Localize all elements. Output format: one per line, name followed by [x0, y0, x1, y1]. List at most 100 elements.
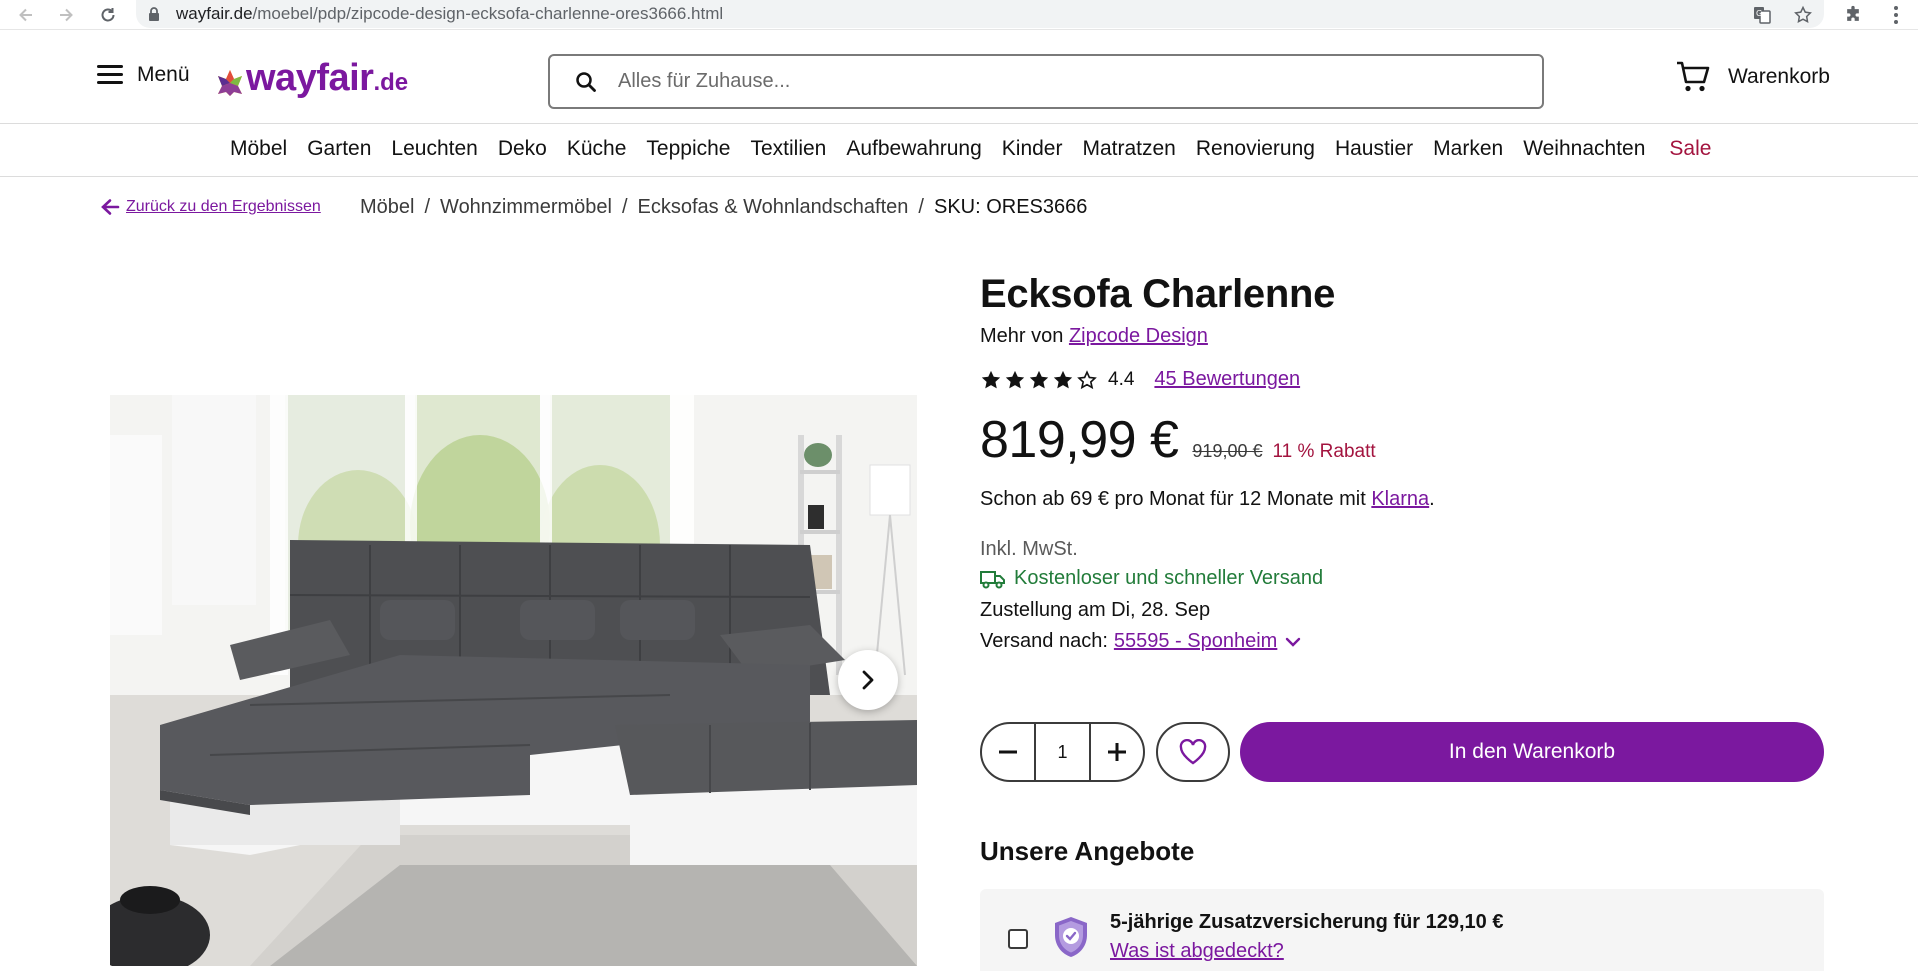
search-bar[interactable] [548, 54, 1544, 109]
category-teppiche[interactable]: Teppiche [646, 137, 730, 161]
svg-text:G: G [1756, 9, 1762, 18]
browser-toolbar: wayfair.de/moebel/pdp/zipcode-design-eck… [0, 0, 1918, 30]
category-haustier[interactable]: Haustier [1335, 137, 1413, 161]
search-input[interactable] [618, 70, 1518, 93]
lock-icon [148, 7, 162, 21]
rating-value: 4.4 [1108, 368, 1135, 390]
product-title: Ecksofa Charlenne [980, 272, 1336, 316]
logo-tld: .de [373, 69, 409, 96]
brand-prefix: Mehr von [980, 325, 1064, 347]
chevron-down-icon[interactable] [1285, 637, 1301, 647]
category-deko[interactable]: Deko [498, 137, 547, 161]
category-kueche[interactable]: Küche [567, 137, 627, 161]
truck-icon [980, 570, 1005, 588]
warranty-checkbox[interactable] [1008, 929, 1028, 949]
category-leuchten[interactable]: Leuchten [391, 137, 477, 161]
breadcrumb: Möbel / Wohnzimmermöbel / Ecksofas & Woh… [360, 196, 1087, 219]
url-text: wayfair.de/moebel/pdp/zipcode-design-eck… [176, 4, 724, 23]
breadcrumb-item[interactable]: Möbel [360, 196, 414, 219]
breadcrumb-separator: / [424, 196, 431, 218]
back-to-results-label: Zurück zu den Ergebnissen [126, 198, 321, 215]
vat-note: Inkl. MwSt. [980, 538, 1078, 560]
category-moebel[interactable]: Möbel [230, 137, 287, 161]
category-garten[interactable]: Garten [307, 137, 371, 161]
old-price: 919,00 € [1192, 441, 1263, 461]
breadcrumb-item[interactable]: Wohnzimmermöbel [440, 196, 612, 219]
hamburger-icon [97, 65, 123, 85]
category-renovierung[interactable]: Renovierung [1196, 137, 1315, 161]
category-kinder[interactable]: Kinder [1002, 137, 1063, 161]
favorite-button[interactable] [1156, 722, 1230, 782]
cart-label: Warenkorb [1728, 65, 1830, 88]
category-nav: Möbel Garten Leuchten Deko Küche Teppich… [0, 124, 1918, 177]
star-filled-icon [981, 370, 1001, 388]
quantity-increase-button[interactable] [1091, 724, 1143, 780]
price-row: 819,99 € 919,00 € 11 % Rabatt [980, 410, 1376, 470]
plus-icon [1108, 743, 1126, 761]
warranty-text: 5-jährige Zusatzversicherung für 129,10 … [1110, 911, 1504, 933]
ship-to: Versand nach: 55595 - Sponheim [980, 630, 1301, 653]
star-rating [980, 369, 1098, 391]
breadcrumb-separator: / [621, 196, 628, 218]
cart-button[interactable]: Warenkorb [1676, 61, 1830, 93]
chevron-right-icon [862, 670, 874, 690]
klarna-link[interactable]: Klarna [1371, 488, 1429, 510]
search-icon [576, 71, 596, 92]
offers-heading: Unsere Angebote [980, 836, 1195, 866]
category-sale[interactable]: Sale [1669, 137, 1711, 161]
site-header: Menü wayfair .de Warenkorb [0, 31, 1918, 124]
menu-button[interactable]: Menü [97, 63, 190, 87]
breadcrumb-sku: SKU: ORES3666 [933, 196, 1088, 218]
minus-icon [999, 750, 1017, 754]
category-matratzen[interactable]: Matratzen [1082, 137, 1175, 161]
browser-menu-icon[interactable] [1884, 3, 1908, 27]
brand-line: Mehr von Zipcode Design [980, 325, 1208, 348]
ship-to-label: Versand nach: [980, 630, 1108, 652]
warranty-coverage-link[interactable]: Was ist abgedeckt? [1110, 940, 1284, 963]
delivery-date: Zustellung am Di, 28. Sep [980, 599, 1211, 621]
ship-to-location-link[interactable]: 55595 - Sponheim [1114, 630, 1277, 653]
category-aufbewahrung[interactable]: Aufbewahrung [846, 137, 981, 161]
breadcrumb-separator: / [918, 196, 924, 218]
logo-wordmark: wayfair [246, 57, 374, 99]
bookmark-star-icon[interactable] [1791, 3, 1815, 27]
back-to-results-link[interactable]: Zurück zu den Ergebnissen [100, 198, 321, 216]
price: 819,99 € [980, 411, 1179, 469]
warranty-offer: 5-jährige Zusatzversicherung für 129,10 … [980, 889, 1824, 971]
star-filled-icon [1053, 370, 1073, 388]
financing-text: Schon ab 69 € pro Monat für 12 Monate mi… [980, 488, 1366, 510]
financing-suffix: . [1429, 488, 1435, 510]
brand-link[interactable]: Zipcode Design [1069, 325, 1208, 347]
gallery-next-button[interactable] [838, 650, 898, 710]
extensions-puzzle-icon[interactable] [1841, 3, 1865, 27]
quantity-stepper: 1 [980, 722, 1145, 782]
back-arrow-icon[interactable] [14, 3, 38, 27]
star-filled-icon [1005, 370, 1025, 388]
menu-label: Menü [137, 63, 190, 86]
translate-icon[interactable]: G [1750, 3, 1774, 27]
cart-icon [1677, 61, 1710, 92]
address-bar[interactable]: wayfair.de/moebel/pdp/zipcode-design-eck… [136, 0, 1824, 28]
category-textilien[interactable]: Textilien [750, 137, 826, 161]
reload-icon[interactable] [96, 3, 120, 27]
shield-check-icon [1055, 917, 1087, 957]
quantity-value[interactable]: 1 [1034, 724, 1091, 780]
financing-info: Schon ab 69 € pro Monat für 12 Monate mi… [980, 488, 1435, 511]
star-empty-icon [1077, 369, 1097, 389]
arrow-left-icon [101, 199, 120, 215]
star-filled-icon [1029, 370, 1049, 388]
reviews-link[interactable]: 45 Bewertungen [1154, 368, 1300, 391]
shipping-text: Kostenloser und schneller Versand [1014, 567, 1324, 589]
logo-mark-icon [218, 70, 242, 96]
quantity-decrease-button[interactable] [982, 724, 1034, 780]
breadcrumb-item[interactable]: Ecksofas & Wohnlandschaften [638, 196, 909, 219]
add-to-cart-button[interactable]: In den Warenkorb [1240, 722, 1824, 782]
wayfair-logo[interactable]: wayfair .de [216, 57, 408, 100]
forward-arrow-icon[interactable] [54, 3, 78, 27]
sofa-photo [110, 395, 917, 966]
heart-icon [1179, 739, 1207, 765]
shipping-info: Kostenloser und schneller Versand [980, 567, 1323, 590]
product-image[interactable] [110, 395, 917, 966]
category-weihnachten[interactable]: Weihnachten [1523, 137, 1645, 161]
category-marken[interactable]: Marken [1433, 137, 1503, 161]
